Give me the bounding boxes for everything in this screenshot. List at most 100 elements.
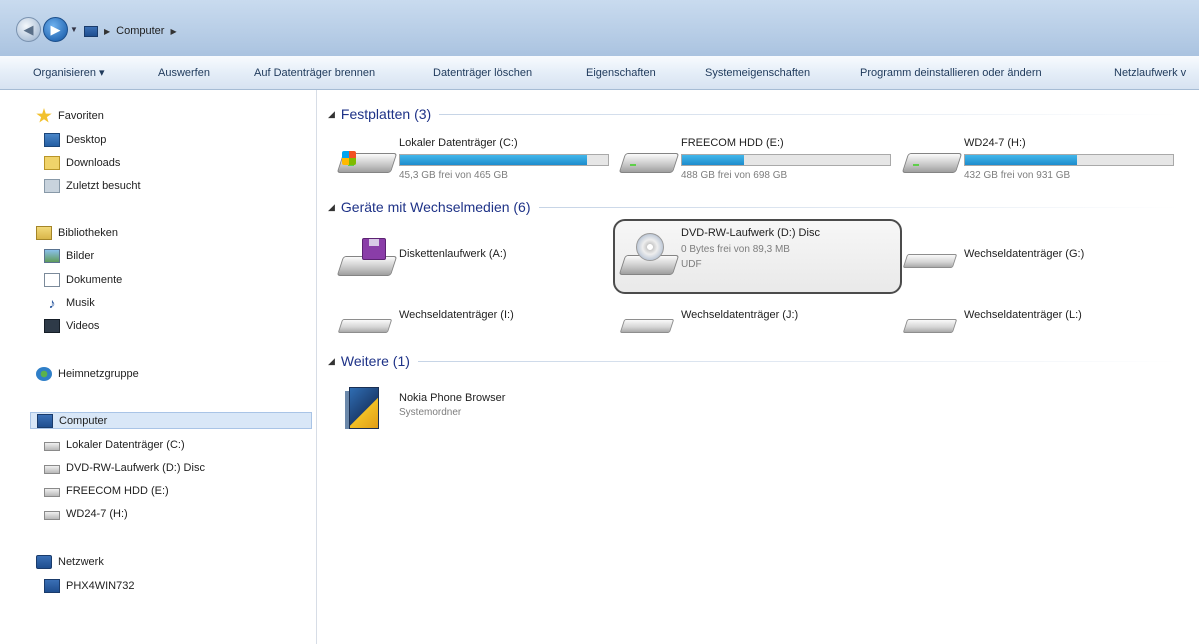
device-tile-i[interactable]: Wechseldatenträger (I:) (337, 305, 610, 345)
sidebar-item-favorites[interactable]: Favoriten (36, 108, 104, 124)
drive-usage-fill (400, 155, 588, 165)
sidebar-item-desktop[interactable]: Desktop (44, 132, 106, 148)
device-tile-g[interactable]: Wechseldatenträger (G:) (902, 240, 1175, 280)
device-tile-a[interactable]: Diskettenlaufwerk (A:) (336, 228, 600, 283)
removable-drive-icon (902, 252, 959, 270)
breadcrumb-computer[interactable]: Computer (116, 25, 164, 37)
drive-name: FREECOM HDD (E:) (681, 137, 784, 149)
desktop-icon (44, 133, 60, 147)
sidebar-item-label: Bibliotheken (58, 227, 118, 239)
sidebar-item-libraries[interactable]: Bibliotheken (36, 225, 118, 241)
drive-usage-fill (965, 155, 1078, 165)
hard-drive-icon (44, 441, 60, 451)
drive-usage-bar (964, 154, 1174, 166)
drive-tile-c[interactable]: Lokaler Datenträger (C:) 45,3 GB frei vo… (336, 135, 610, 185)
map-network-drive-button[interactable]: Netzlaufwerk v (1114, 67, 1186, 79)
sidebar-item-network-computer[interactable]: PHX4WIN732 (44, 578, 134, 594)
navigation-buttons: ◀ ▶ ▼ (16, 17, 78, 42)
breadcrumb-separator-icon[interactable]: ▶ (104, 27, 110, 36)
uninstall-program-button[interactable]: Programm deinstallieren oder ändern (860, 67, 1042, 79)
eject-button[interactable]: Auswerfen (158, 67, 210, 79)
sidebar-item-label: DVD-RW-Laufwerk (D:) Disc (66, 462, 205, 474)
sidebar-item-drive-d[interactable]: DVD-RW-Laufwerk (D:) Disc (44, 460, 205, 476)
removable-drive-icon (337, 317, 394, 335)
drive-tile-h[interactable]: WD24-7 (H:) 432 GB frei von 931 GB (901, 135, 1177, 185)
sidebar-item-label: PHX4WIN732 (66, 580, 135, 592)
other-item-nokia[interactable]: Nokia Phone Browser Systemordner (399, 392, 599, 432)
device-tile-j[interactable]: Wechseldatenträger (J:) (619, 305, 892, 345)
sidebar-item-computer[interactable]: Computer (30, 412, 312, 429)
group-header-removable[interactable]: ◢ Geräte mit Wechselmedien (6) (328, 199, 1179, 215)
sidebar-item-label: Lokaler Datenträger (C:) (66, 439, 185, 451)
sidebar-item-downloads[interactable]: Downloads (44, 155, 120, 171)
group-divider (417, 360, 1178, 362)
sidebar-item-drive-h[interactable]: WD24-7 (H:) (44, 506, 128, 522)
organize-button[interactable]: Organisieren ▾ (33, 66, 105, 79)
sidebar-item-videos[interactable]: Videos (44, 318, 99, 334)
forward-button[interactable]: ▶ (43, 17, 68, 42)
sidebar-item-network[interactable]: Netzwerk (36, 554, 104, 570)
burn-to-disc-button[interactable]: Auf Datenträger brennen (254, 67, 375, 79)
back-button[interactable]: ◀ (16, 17, 41, 42)
sidebar-item-label: Netzwerk (58, 556, 104, 568)
drive-tile-e[interactable]: FREECOM HDD (E:) 488 GB frei von 698 GB (618, 135, 892, 185)
erase-disc-button[interactable]: Datenträger löschen (433, 67, 532, 79)
sidebar-item-label: Musik (66, 297, 95, 309)
item-type: Systemordner (399, 407, 462, 418)
group-divider (538, 206, 1179, 208)
properties-button[interactable]: Eigenschaften (586, 67, 656, 79)
network-icon (36, 555, 52, 569)
device-filesystem: UDF (681, 259, 702, 270)
dvd-drive-icon (618, 233, 680, 277)
group-header-other[interactable]: ◢ Weitere (1) (328, 353, 1178, 369)
hard-drive-icon (618, 145, 680, 175)
title-bar: ◀ ▶ ▼ ▶ Computer ▶ (0, 0, 1199, 56)
recent-pages-dropdown-icon[interactable]: ▼ (70, 25, 78, 34)
group-title: Geräte mit Wechselmedien (6) (340, 199, 531, 215)
device-tile-l[interactable]: Wechseldatenträger (L:) (902, 305, 1175, 345)
hard-drive-icon (901, 145, 963, 175)
downloads-folder-icon (44, 156, 60, 170)
system-properties-button[interactable]: Systemeigenschaften (705, 67, 810, 79)
sidebar-item-music[interactable]: ♪ Musik (44, 295, 95, 311)
sidebar-item-label: Dokumente (66, 274, 123, 286)
command-bar: Organisieren ▾ Auswerfen Auf Datenträger… (0, 56, 1199, 90)
device-name: Wechseldatenträger (G:) (964, 248, 1085, 260)
drive-free-space: 488 GB frei von 698 GB (681, 170, 788, 181)
sidebar-item-label: Videos (66, 320, 100, 332)
hard-drive-icon (336, 145, 398, 175)
dvd-drive-icon (44, 464, 60, 474)
drive-usage-bar (399, 154, 609, 166)
sidebar-item-pictures[interactable]: Bilder (44, 248, 94, 264)
group-header-hard-disks[interactable]: ◢ Festplatten (3) (328, 106, 1180, 122)
nokia-phone-browser-icon (345, 383, 381, 430)
homegroup-icon (36, 367, 52, 381)
collapse-arrow-icon[interactable]: ◢ (328, 356, 335, 367)
collapse-arrow-icon[interactable]: ◢ (328, 109, 335, 120)
hard-drive-icon (44, 487, 60, 497)
sidebar-item-drive-c[interactable]: Lokaler Datenträger (C:) (44, 437, 185, 453)
removable-drive-icon (619, 317, 676, 335)
hard-drive-icon (44, 510, 60, 520)
item-name: Nokia Phone Browser (399, 392, 506, 404)
device-name: Wechseldatenträger (J:) (681, 309, 799, 321)
sidebar-item-label: Heimnetzgruppe (58, 368, 139, 380)
drive-free-space: 432 GB frei von 931 GB (964, 170, 1071, 181)
sidebar-item-homegroup[interactable]: Heimnetzgruppe (36, 366, 139, 382)
address-bar[interactable]: ▶ Computer ▶ (84, 22, 1199, 40)
drive-name: WD24-7 (H:) (964, 137, 1026, 149)
sidebar-item-recent-places[interactable]: Zuletzt besucht (44, 178, 141, 194)
collapse-arrow-icon[interactable]: ◢ (328, 202, 335, 213)
floppy-drive-icon (336, 238, 398, 278)
computer-icon (44, 579, 60, 593)
sidebar-item-documents[interactable]: Dokumente (44, 272, 122, 288)
windows-logo-icon (342, 151, 356, 165)
device-name: DVD-RW-Laufwerk (D:) Disc (681, 227, 820, 239)
sidebar-item-label: WD24-7 (H:) (66, 508, 128, 520)
sidebar-item-drive-e[interactable]: FREECOM HDD (E:) (44, 483, 169, 499)
breadcrumb-separator-icon[interactable]: ▶ (170, 27, 176, 36)
recent-places-icon (44, 179, 60, 193)
group-title: Festplatten (3) (340, 106, 432, 122)
device-tile-d[interactable]: DVD-RW-Laufwerk (D:) Disc 0 Bytes frei v… (618, 227, 892, 287)
drive-free-space: 45,3 GB frei von 465 GB (399, 170, 508, 181)
